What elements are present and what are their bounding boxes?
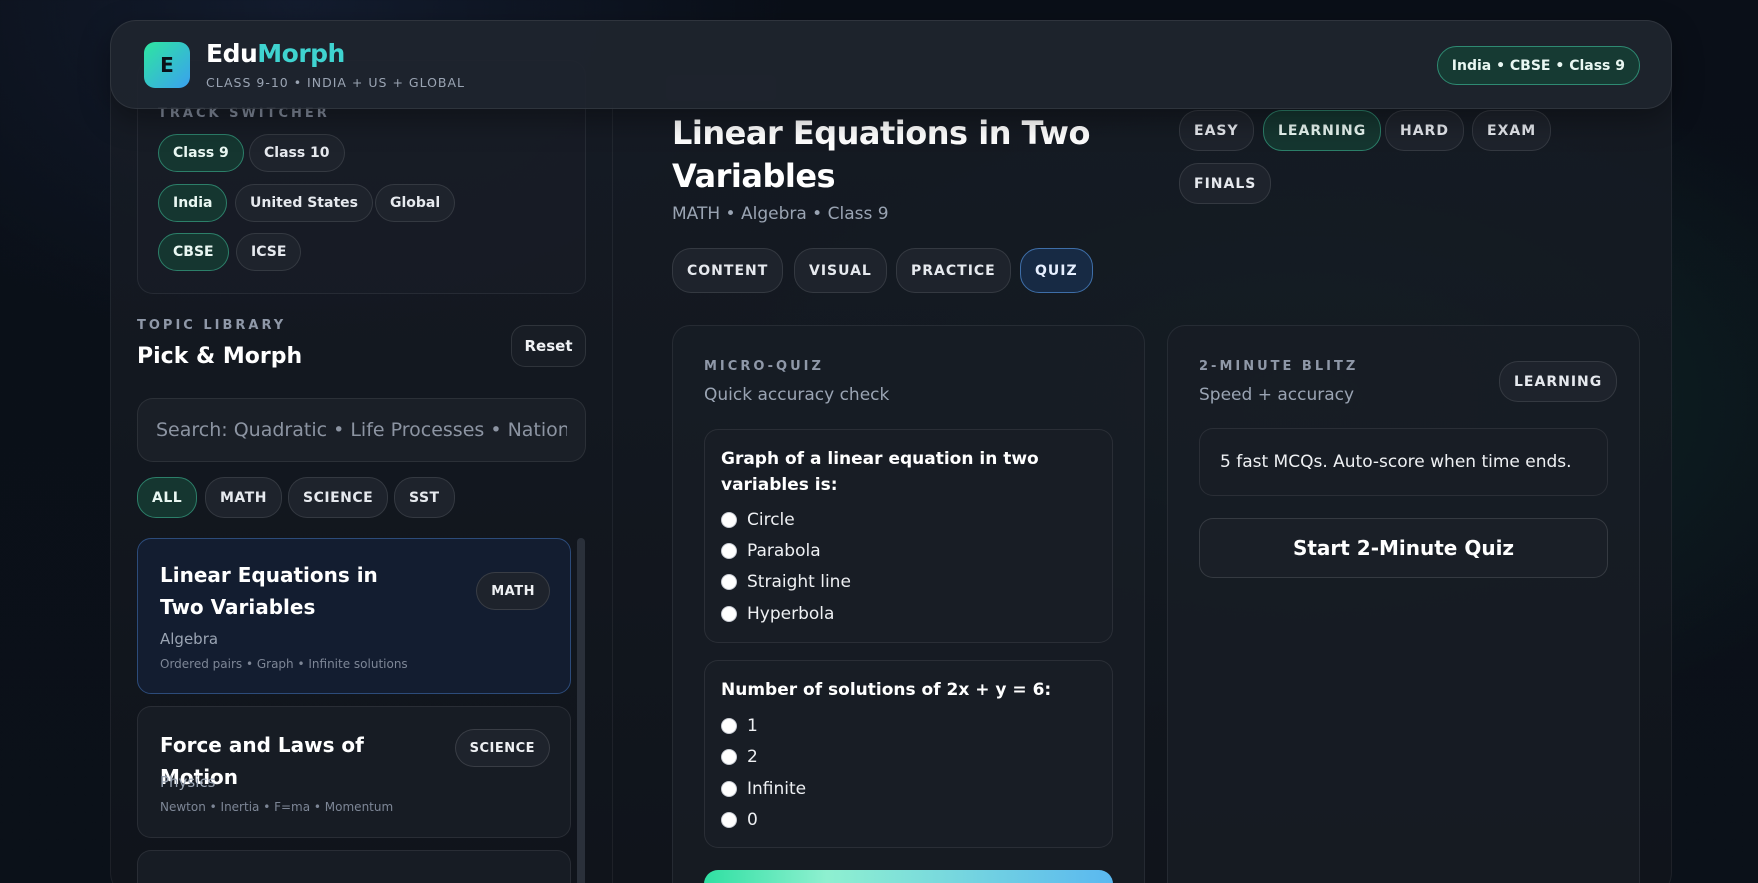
topic-tags: Newton • Inertia • F=ma • Momentum	[160, 800, 394, 814]
brand-subtitle: CLASS 9-10 • INDIA + US + GLOBAL	[206, 75, 466, 90]
option-row[interactable]: Straight line	[721, 572, 851, 592]
topic-card-next[interactable]	[137, 850, 571, 883]
tab-practice[interactable]: PRACTICE	[896, 248, 1011, 293]
location-pill[interactable]: India • CBSE • Class 9	[1436, 46, 1640, 85]
region-global-chip[interactable]: Global	[375, 184, 456, 222]
blitz-description: 5 fast MCQs. Auto-score when time ends.	[1199, 428, 1608, 496]
filter-math[interactable]: MATH	[205, 477, 282, 518]
topic-subject-badge: MATH	[476, 572, 550, 610]
filter-science[interactable]: SCIENCE	[288, 477, 389, 518]
difficulty-exam[interactable]: EXAM	[1472, 110, 1552, 151]
radio-button[interactable]	[721, 749, 737, 765]
topic-subject-badge: SCIENCE	[454, 729, 550, 767]
board-cbse-chip[interactable]: CBSE	[158, 233, 229, 271]
topic-card-linear-equations[interactable]: Linear Equations in Two Variables MATH A…	[137, 538, 571, 694]
region-india-chip[interactable]: India	[158, 184, 228, 222]
option-label: Hyperbola	[747, 604, 835, 624]
filter-all[interactable]: ALL	[137, 477, 198, 518]
topic-card-force-laws[interactable]: Force and Laws of Motion SCIENCE Physics…	[137, 706, 571, 838]
blitz-subtitle: Speed + accuracy	[1199, 385, 1355, 405]
difficulty-finals[interactable]: FINALS	[1179, 163, 1272, 204]
option-row[interactable]: Infinite	[721, 779, 806, 799]
brand-name: EduMorph	[206, 39, 345, 68]
topic-search	[137, 398, 586, 462]
option-label: Circle	[747, 510, 795, 530]
tab-content[interactable]: CONTENT	[672, 248, 784, 293]
radio-button[interactable]	[721, 512, 737, 528]
sidebar-divider	[612, 100, 613, 883]
difficulty-hard[interactable]: HARD	[1385, 110, 1464, 151]
radio-button[interactable]	[721, 718, 737, 734]
option-label: Infinite	[747, 779, 807, 799]
question-text: Graph of a linear equation in two variab…	[721, 449, 1039, 495]
start-blitz-button[interactable]: Start 2-Minute Quiz	[1199, 518, 1608, 578]
page-subtitle: MATH • Algebra • Class 9	[672, 204, 889, 224]
difficulty-easy[interactable]: EASY	[1179, 110, 1254, 151]
topic-library-title: Pick & Morph	[137, 344, 303, 369]
board-icse-chip[interactable]: ICSE	[236, 233, 302, 271]
micro-quiz-subtitle: Quick accuracy check	[704, 385, 890, 405]
option-row[interactable]: 1	[721, 716, 758, 736]
option-label: Straight line	[747, 572, 851, 592]
option-row[interactable]: Parabola	[721, 541, 821, 561]
top-bar: E EduMorph CLASS 9-10 • INDIA + US + GLO…	[110, 20, 1672, 109]
radio-button[interactable]	[721, 812, 737, 828]
option-row[interactable]: Hyperbola	[721, 604, 834, 624]
radio-button[interactable]	[721, 606, 737, 622]
blitz-card	[1167, 325, 1640, 883]
submit-quiz-button[interactable]	[704, 870, 1113, 883]
filter-sst[interactable]: SST	[394, 477, 455, 518]
topic-search-input[interactable]	[156, 419, 567, 441]
option-label: 2	[747, 747, 758, 767]
radio-button[interactable]	[721, 781, 737, 797]
class-10-chip[interactable]: Class 10	[249, 134, 345, 172]
tab-quiz[interactable]: QUIZ	[1020, 248, 1093, 293]
option-row[interactable]: Circle	[721, 510, 795, 530]
blitz-difficulty-badge: LEARNING	[1499, 361, 1618, 402]
page-title: Linear Equations in Two Variables	[672, 114, 1090, 195]
option-label: 1	[747, 716, 758, 736]
class-9-chip[interactable]: Class 9	[158, 134, 244, 172]
option-label: Parabola	[747, 541, 821, 561]
logo-icon[interactable]: E	[144, 42, 190, 88]
topic-library-label: TOPIC LIBRARY	[137, 318, 287, 333]
tab-visual[interactable]: VISUAL	[794, 248, 887, 293]
radio-button[interactable]	[721, 543, 737, 559]
topic-tags: Ordered pairs • Graph • Infinite solutio…	[160, 657, 408, 671]
option-label: 0	[747, 810, 758, 830]
quiz-question-1: Graph of a linear equation in two variab…	[704, 429, 1113, 643]
option-row[interactable]: 2	[721, 747, 758, 767]
topic-subject: Algebra	[160, 630, 219, 648]
topic-subject: Physics	[160, 773, 216, 791]
quiz-question-2: Number of solutions of 2x + y = 6: 1 2 I…	[704, 660, 1113, 848]
micro-quiz-label: MICRO-QUIZ	[704, 359, 824, 374]
blitz-label: 2-MINUTE BLITZ	[1199, 359, 1359, 374]
region-us-chip[interactable]: United States	[235, 184, 373, 222]
topic-title: Linear Equations in Two Variables	[160, 563, 378, 619]
radio-button[interactable]	[721, 574, 737, 590]
brand-part-2: Morph	[257, 39, 345, 68]
topic-list-scrollbar[interactable]	[577, 538, 585, 883]
reset-button[interactable]: Reset	[511, 325, 586, 367]
difficulty-learning[interactable]: LEARNING	[1263, 110, 1382, 151]
question-text: Number of solutions of 2x + y = 6:	[721, 680, 1052, 700]
brand-part-1: Edu	[206, 39, 258, 68]
option-row[interactable]: 0	[721, 810, 758, 830]
